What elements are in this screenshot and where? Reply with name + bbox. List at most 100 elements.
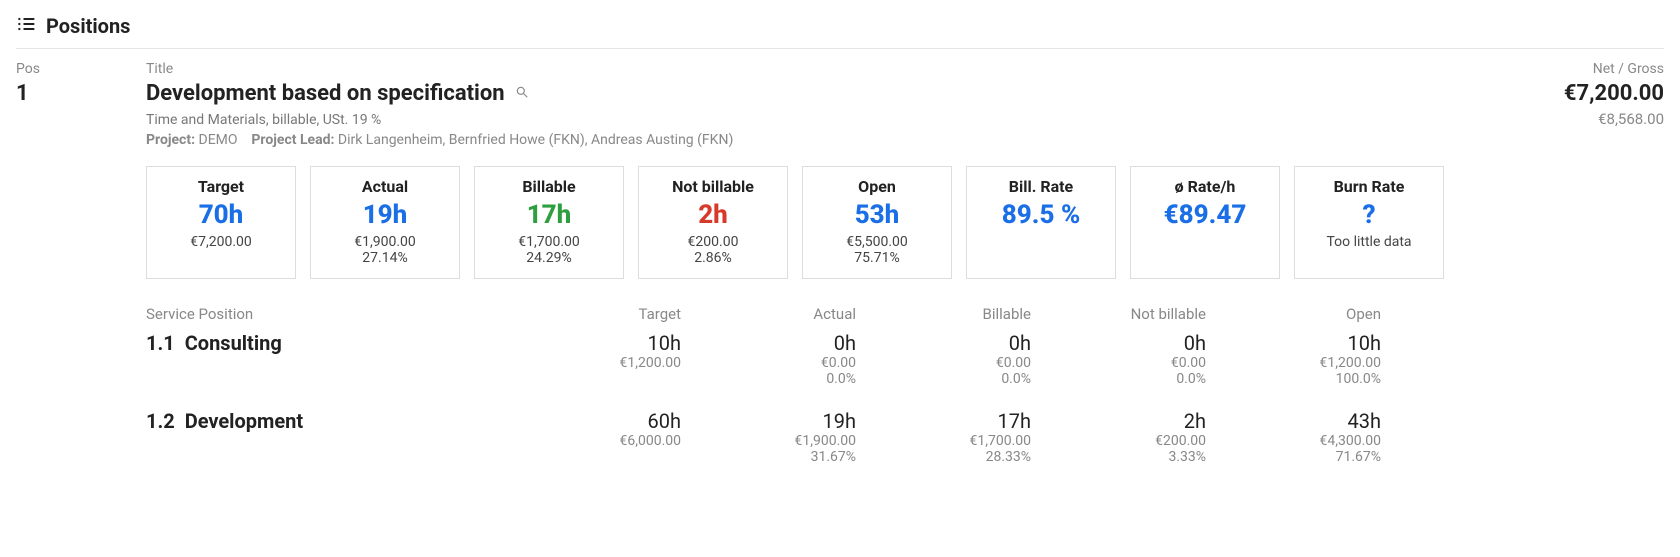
service-header-row: Service Position Target Actual Billable …: [146, 305, 1464, 327]
service-amount: €0.00: [856, 355, 1031, 371]
metric-value: 89.5 %: [973, 200, 1109, 230]
metric-label: ø Rate/h: [1137, 177, 1273, 196]
service-title: 1.1 Consulting: [146, 327, 506, 387]
service-hours: 19h: [681, 409, 856, 433]
list-icon: [16, 14, 36, 38]
service-positions: Service Position Target Actual Billable …: [146, 305, 1464, 465]
service-amount: €1,200.00: [506, 355, 681, 371]
position-row: Pos 1 Title Development based on specifi…: [16, 61, 1664, 483]
metric-card: Burn Rate?Too little data: [1294, 166, 1444, 279]
metric-percent: 27.14%: [317, 250, 453, 266]
metric-amount: €200.00: [645, 234, 781, 250]
service-hours: 10h: [506, 331, 681, 355]
title-label: Title: [146, 61, 1464, 77]
service-percent: 3.33%: [1031, 449, 1206, 465]
service-cell: 0h€0.000.0%: [681, 327, 856, 387]
metric-label: Bill. Rate: [973, 177, 1109, 196]
col-not-billable: Not billable: [1031, 305, 1206, 327]
pos-col: Pos 1: [16, 61, 146, 106]
pos-label: Pos: [16, 61, 146, 77]
service-amount: €200.00: [1031, 433, 1206, 449]
service-amount: €1,200.00: [1206, 355, 1381, 371]
service-amount: €1,900.00: [681, 433, 856, 449]
service-hours: 17h: [856, 409, 1031, 433]
service-cell: 2h€200.003.33%: [1031, 405, 1206, 465]
service-cell: 0h€0.000.0%: [1031, 327, 1206, 387]
metric-card: Open53h€5,500.0075.71%: [802, 166, 952, 279]
position-meta: Project: DEMO Project Lead: Dirk Langenh…: [146, 132, 1464, 148]
service-cell: 10h€1,200.00: [506, 327, 681, 387]
service-cell: 10h€1,200.00100.0%: [1206, 327, 1381, 387]
project-label: Project:: [146, 132, 195, 148]
metric-value: 17h: [481, 200, 617, 230]
metric-value: 2h: [645, 200, 781, 230]
service-hours: 2h: [1031, 409, 1206, 433]
service-row: 1.2 Development60h€6,000.0019h€1,900.003…: [146, 405, 1464, 465]
metric-amount: €7,200.00: [153, 234, 289, 250]
metric-percent: 2.86%: [645, 250, 781, 266]
metric-value: €89.47: [1137, 200, 1273, 230]
service-percent: 31.67%: [681, 449, 856, 465]
service-amount: €6,000.00: [506, 433, 681, 449]
pos-number: 1: [16, 81, 146, 106]
lead-value: Dirk Langenheim, Bernfried Howe (FKN), A…: [338, 132, 733, 148]
metric-card: Target 70h €7,200.00: [146, 166, 296, 279]
service-row: 1.1 Consulting10h€1,200.000h€0.000.0%0h€…: [146, 327, 1464, 387]
service-cell: 19h€1,900.0031.67%: [681, 405, 856, 465]
service-amount: €4,300.00: [1206, 433, 1381, 449]
metric-value: 70h: [153, 200, 289, 230]
col-open: Open: [1206, 305, 1381, 327]
service-hours: 0h: [681, 331, 856, 355]
service-hours: 0h: [1031, 331, 1206, 355]
position-subline: Time and Materials, billable, USt. 19 %: [146, 112, 1464, 128]
metric-label: Open: [809, 177, 945, 196]
service-percent: 0.0%: [856, 371, 1031, 387]
metric-label: Burn Rate: [1301, 177, 1437, 196]
metric-amount: €1,900.00: [317, 234, 453, 250]
metric-card: Not billable 2h €200.002.86%: [638, 166, 788, 279]
title-col: Title Development based on specification…: [146, 61, 1464, 483]
service-amount: €0.00: [1031, 355, 1206, 371]
service-percent: 28.33%: [856, 449, 1031, 465]
col-billable: Billable: [856, 305, 1031, 327]
section-header: Positions: [16, 10, 1664, 49]
service-hours: 0h: [856, 331, 1031, 355]
service-name: Development: [185, 409, 303, 433]
metric-value: 53h: [809, 200, 945, 230]
service-cell: 60h€6,000.00: [506, 405, 681, 465]
service-hours: 60h: [506, 409, 681, 433]
col-target: Target: [506, 305, 681, 327]
service-number: 1.1: [146, 331, 175, 355]
col-actual: Actual: [681, 305, 856, 327]
metric-card: ø Rate/h €89.47: [1130, 166, 1280, 279]
metric-label: Target: [153, 177, 289, 196]
metric-card: Billable17h€1,700.0024.29%: [474, 166, 624, 279]
service-percent: 100.0%: [1206, 371, 1381, 387]
section-title: Positions: [46, 14, 130, 38]
service-name: Consulting: [185, 331, 282, 355]
net-amount: €7,200.00: [1464, 81, 1664, 106]
net-gross-label: Net / Gross: [1464, 61, 1664, 77]
service-percent: 71.67%: [1206, 449, 1381, 465]
metric-card: Bill. Rate 89.5 %: [966, 166, 1116, 279]
service-percent: 0.0%: [1031, 371, 1206, 387]
metric-card: Actual19h€1,900.0027.14%: [310, 166, 460, 279]
service-amount: €0.00: [681, 355, 856, 371]
project-value: DEMO: [199, 132, 238, 148]
metric-label: Not billable: [645, 177, 781, 196]
metric-cards: Target 70h €7,200.00 Actual19h€1,900.0027.1…: [146, 166, 1464, 279]
metric-amount: €5,500.00: [809, 234, 945, 250]
position-title: Development based on specification: [146, 81, 505, 106]
service-number: 1.2: [146, 409, 175, 433]
service-percent: 0.0%: [681, 371, 856, 387]
service-cell: 17h€1,700.0028.33%: [856, 405, 1031, 465]
metric-percent: 24.29%: [481, 250, 617, 266]
search-icon[interactable]: [515, 85, 529, 103]
service-cell: 43h€4,300.0071.67%: [1206, 405, 1381, 465]
service-hours: 43h: [1206, 409, 1381, 433]
service-title: 1.2 Development: [146, 405, 506, 465]
lead-label: Project Lead:: [251, 132, 334, 148]
service-amount: €1,700.00: [856, 433, 1031, 449]
gross-amount: €8,568.00: [1464, 110, 1664, 128]
service-hours: 10h: [1206, 331, 1381, 355]
